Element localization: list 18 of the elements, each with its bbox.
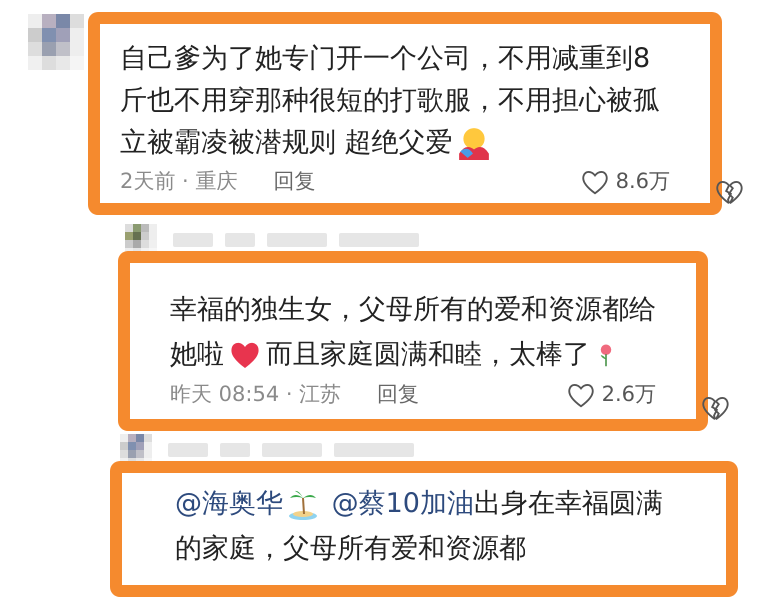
reply-link[interactable]: 回复 <box>273 166 316 198</box>
comment-time: 2天前 · 重庆 <box>120 168 238 195</box>
comment-time: 昨天 08:54 · 江苏 <box>170 381 342 408</box>
like-count: 8.6万 <box>616 168 670 195</box>
reply-link[interactable]: 回复 <box>377 379 420 410</box>
comment-text: 出身在幸福圆满 <box>474 487 663 521</box>
pixelated-avatar <box>28 14 84 70</box>
mention-link[interactable]: @海奥华 <box>175 481 283 526</box>
comment-text: 而且家庭圆满和睦，太棒了 <box>266 338 590 372</box>
comment-text: 的家庭，父母所有爱和资源都 <box>175 532 526 566</box>
comment-text: 斤也不用穿那种很短的打歌服，不用担心被孤 <box>120 84 660 118</box>
hug-emoji-icon <box>456 126 491 160</box>
comment-text: 自己爹为了她专门开一个公司，不用减重到8 <box>120 42 650 76</box>
like-count: 2.6万 <box>602 381 656 408</box>
comment-text: 幸福的独生女，父母所有的爱和资源都给 <box>170 293 656 327</box>
mention-link[interactable]: @蔡10加油 <box>323 481 474 526</box>
comment-text: 她啦 <box>170 338 224 372</box>
comment-text: 立被霸凌被潜规则 超绝父爱 <box>120 126 453 160</box>
